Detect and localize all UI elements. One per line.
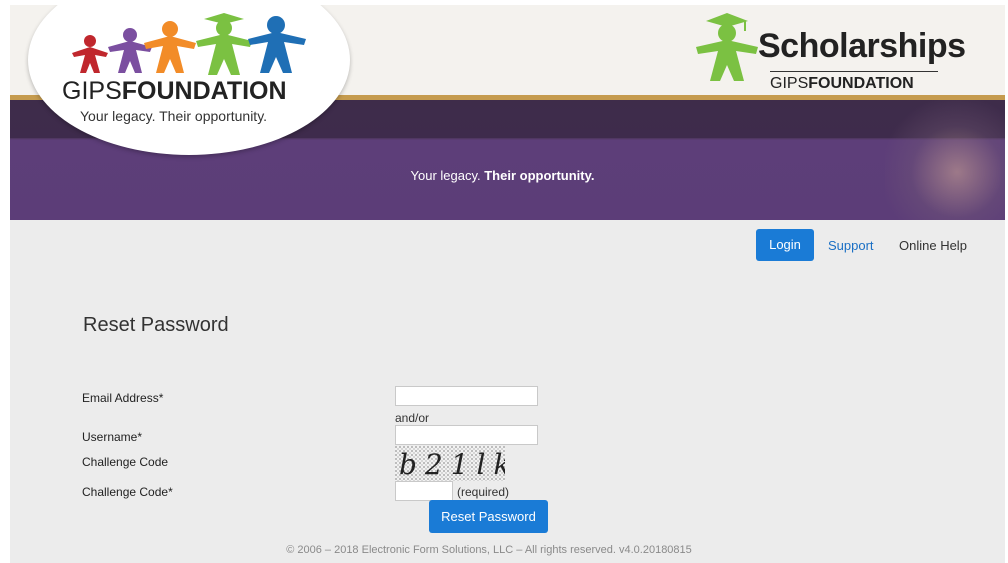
email-field[interactable]: [395, 386, 538, 406]
graduate-photo: [885, 100, 1005, 220]
reset-password-button[interactable]: Reset Password: [429, 500, 548, 533]
scholarships-subtitle: GIPSFOUNDATION: [770, 75, 914, 93]
scholarships-title: Scholarships: [758, 27, 966, 65]
email-label: Email Address*: [82, 391, 164, 405]
scholarships-divider: [770, 71, 938, 72]
challenge-code-field[interactable]: [395, 481, 453, 501]
username-field[interactable]: [395, 425, 538, 445]
page-title: Reset Password: [83, 314, 229, 336]
tagline-light: Your legacy.: [410, 168, 481, 183]
captcha-image: b21lk: [395, 446, 505, 481]
required-note: (required): [457, 485, 510, 499]
logo-motto: Your legacy. Their opportunity.: [80, 108, 268, 124]
red-figure-icon: [72, 35, 108, 73]
schol-sub-light: GIPS: [770, 75, 809, 92]
logo-name-light: GIPS: [62, 77, 122, 105]
login-button[interactable]: Login: [756, 229, 814, 261]
footer-copyright: © 2006 – 2018 Electronic Form Solutions,…: [286, 544, 692, 556]
page: Your legacy. Their opportunity. GIPSFOUN…: [10, 5, 1005, 563]
banner-tagline: Your legacy. Their opportunity.: [10, 168, 995, 183]
people-figures-icon: [72, 13, 306, 75]
tagline-bold: Their opportunity.: [484, 168, 595, 183]
captcha-text: b21lk: [399, 448, 505, 481]
purple-figure-icon: [108, 28, 152, 73]
online-help-link[interactable]: Online Help: [899, 238, 967, 253]
blue-figure-icon: [248, 16, 306, 73]
green-graduate-figure-icon: [696, 13, 758, 81]
support-link[interactable]: Support: [828, 238, 874, 253]
challenge-code-label: Challenge Code*: [82, 485, 173, 499]
orange-figure-icon: [144, 21, 196, 73]
username-label: Username*: [82, 430, 143, 444]
logo-wordmark: GIPSFOUNDATION: [62, 77, 287, 106]
logo-name-bold: FOUNDATION: [121, 77, 287, 105]
header: Your legacy. Their opportunity. GIPSFOUN…: [10, 5, 1005, 220]
and-or-text: and/or: [395, 411, 430, 425]
schol-sub-bold: FOUNDATION: [808, 75, 914, 92]
green-graduate-figure-icon: [196, 13, 252, 75]
challenge-code-image-label: Challenge Code: [82, 455, 169, 469]
